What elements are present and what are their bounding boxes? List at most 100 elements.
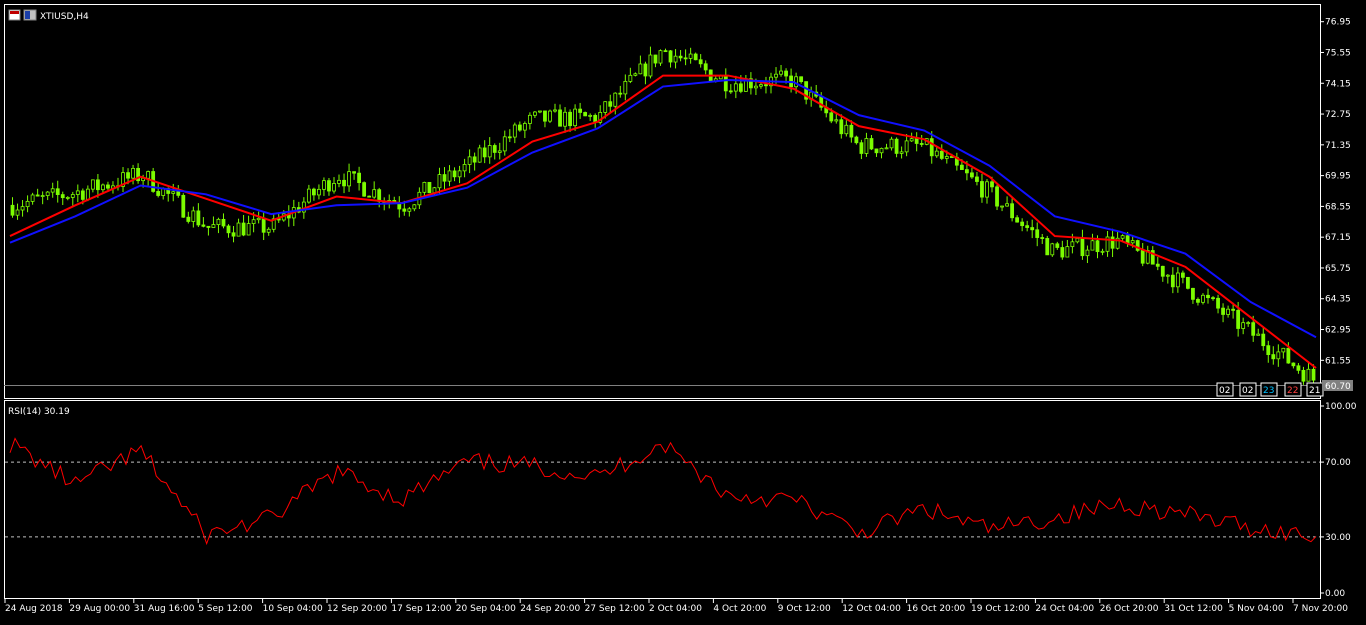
candle-body [367, 195, 372, 198]
candle-body [422, 181, 427, 193]
candle-body [462, 164, 467, 172]
chart-window: XTIUSD,H4 RSI(14) 30.19 76.95 75.55 74.15 7… [0, 0, 1366, 622]
rsi-line [9, 437, 1317, 546]
candle-body [1025, 225, 1030, 228]
candle-body [899, 151, 904, 154]
candle-body [668, 50, 673, 63]
candle-body [693, 53, 698, 61]
candle-body [879, 147, 884, 154]
candle-body [869, 138, 874, 150]
candle-body [482, 147, 487, 158]
moving-average-lines [9, 74, 1317, 369]
candle-body [487, 145, 492, 158]
time-tick-label: 7 Nov 20:00 [1293, 604, 1348, 614]
candle-body [1231, 308, 1236, 311]
price-axis: 76.95 75.55 74.15 72.75 71.35 69.95 68.55 67.15… [1320, 18, 1351, 366]
candle-body [347, 171, 351, 187]
chart-canvas: XTIUSD,H4 RSI(14) 30.19 76.9575.5574.157… [4, 4, 1357, 614]
candle-body [859, 142, 864, 154]
candle-body [1206, 294, 1210, 299]
candle-body [874, 148, 879, 154]
candle-body [477, 147, 482, 163]
candle-body [492, 145, 497, 153]
candle-body [206, 225, 211, 228]
price-tick-label: 72.75 [1325, 110, 1351, 120]
candle-body [1201, 294, 1205, 303]
candle-body [643, 63, 648, 77]
candle-body [1055, 243, 1060, 248]
candle-body [578, 108, 583, 113]
candle-body [849, 124, 854, 138]
candle-body [1196, 298, 1200, 303]
candle-body [764, 84, 768, 87]
candle-body [884, 147, 889, 150]
symbol-header: XTIUSD,H4 [8, 9, 89, 22]
time-tick-label: 29 Aug 00:00 [69, 604, 130, 614]
candle-body [507, 136, 512, 139]
candle-body [633, 73, 638, 76]
candle-body [889, 138, 894, 149]
candle-body [784, 70, 788, 77]
candle-body [929, 138, 934, 157]
candle-body [558, 109, 562, 127]
candle-body [377, 189, 382, 202]
time-tick-label: 5 Sep 12:00 [198, 604, 253, 614]
candle-body [538, 110, 542, 113]
session-tags: 02 02 23 22 21 [1216, 382, 1324, 397]
candle-body [995, 186, 999, 207]
candle-body [1140, 249, 1145, 264]
price-tick-label: 69.95 [1325, 172, 1351, 182]
candle-body [221, 218, 226, 227]
candle-body [45, 191, 50, 196]
candle-body [10, 204, 15, 216]
candle-body [1261, 333, 1266, 347]
candle-body [844, 124, 849, 135]
candle-body [216, 218, 221, 225]
price-tick-label: 68.55 [1325, 202, 1351, 212]
candle-body [794, 76, 799, 88]
candle-body [1075, 238, 1080, 243]
candle-body [522, 123, 527, 131]
candle-body [25, 200, 30, 208]
time-tick-label: 17 Sep 12:00 [391, 604, 451, 614]
candle-body [342, 179, 346, 187]
candle-body [1005, 203, 1009, 207]
candle-body [975, 176, 979, 182]
candle-body [703, 63, 708, 71]
candle-body [944, 156, 949, 159]
time-tick-label: 31 Aug 16:00 [134, 604, 195, 614]
price-tick-label: 71.35 [1325, 141, 1351, 151]
candle-body [497, 150, 502, 153]
candle-body [1170, 274, 1175, 288]
candle-body [1276, 351, 1281, 360]
candle-body [628, 74, 633, 82]
candle-body [613, 92, 618, 107]
candle-body [472, 156, 477, 163]
candle-body [60, 194, 65, 199]
rsi-tick-label: 100.00 [1325, 402, 1357, 412]
candle-body [658, 50, 663, 64]
time-tick-label: 2 Oct 04:00 [649, 604, 702, 614]
candle-body [517, 124, 522, 131]
candle-body [1226, 308, 1230, 315]
candle-body [1311, 368, 1316, 381]
current-price-label: 60.70 [1325, 382, 1351, 392]
session-tag-label: 21 [1309, 386, 1320, 396]
candle-body [864, 138, 869, 154]
candle-body [311, 188, 316, 196]
candle-body [372, 189, 377, 198]
candle-body [1271, 354, 1276, 360]
candle-body [1266, 345, 1271, 356]
candle-body [1211, 297, 1215, 300]
candle-body [623, 81, 628, 95]
candle-body [1216, 297, 1220, 309]
candle-body [1125, 235, 1130, 244]
candle-body [688, 53, 693, 59]
candle-body [106, 184, 110, 189]
candle-body [839, 119, 844, 135]
candle-body [407, 208, 412, 212]
candle-body [322, 180, 326, 190]
candle-body [854, 136, 859, 144]
candle-body [754, 85, 758, 89]
candle-body [467, 156, 472, 165]
